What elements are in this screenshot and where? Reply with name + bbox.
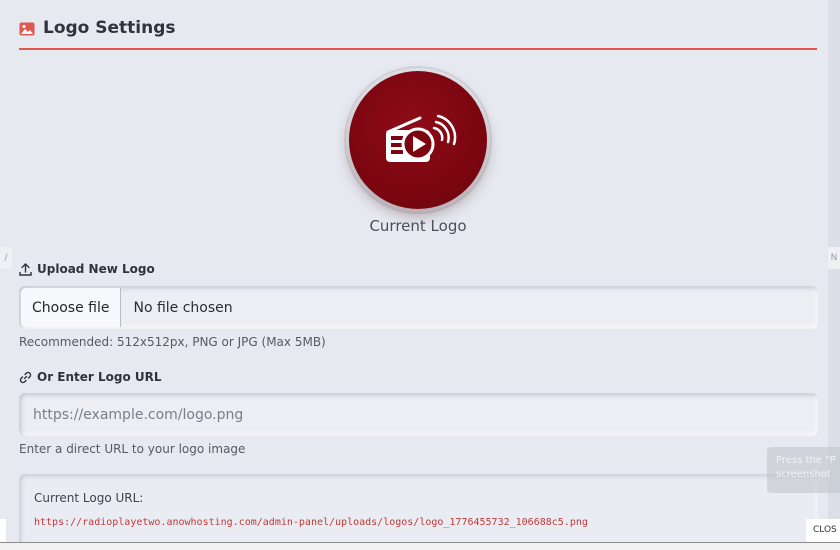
current-logo-preview: [349, 71, 487, 209]
radio-play-icon: [386, 114, 457, 162]
choose-file-button[interactable]: Choose file: [21, 288, 122, 327]
current-url-value[interactable]: https://radioplayetwo.anowhosting.com/ad…: [34, 517, 588, 528]
section-header: Logo Settings: [19, 14, 817, 50]
bottom-bar: [0, 542, 840, 550]
screenshot-toast: Press the "P screenshot: [767, 447, 840, 493]
image-icon: [19, 21, 35, 36]
logo-settings-panel: Logo Settings Current Logo Upload New Lo…: [0, 0, 828, 550]
url-label: Or Enter Logo URL: [19, 370, 162, 384]
link-icon: [19, 371, 32, 383]
current-url-box: Current Logo URL: https://radioplayetwo.…: [19, 474, 818, 550]
current-url-title: Current Logo URL:: [34, 491, 144, 505]
file-status: No file chosen: [133, 299, 233, 316]
close-button[interactable]: CLOS: [806, 519, 840, 542]
next-nav-button[interactable]: N: [828, 247, 840, 269]
toast-line-1: Press the "P: [776, 455, 836, 466]
upload-icon: [19, 262, 32, 276]
prev-nav-button[interactable]: /: [0, 247, 12, 269]
logo-circle: [349, 71, 487, 209]
toast-line-2: screenshot: [776, 469, 831, 480]
upload-hint: Recommended: 512x512px, PNG or JPG (Max …: [19, 335, 326, 349]
logo-caption: Current Logo: [369, 217, 467, 235]
url-hint: Enter a direct URL to your logo image: [19, 442, 246, 456]
upload-label: Upload New Logo: [19, 262, 155, 276]
upload-label-text: Upload New Logo: [37, 262, 155, 276]
page-title: Logo Settings: [43, 18, 176, 38]
left-edge-tab: [0, 519, 6, 542]
file-upload-input[interactable]: Choose file No file chosen: [19, 286, 818, 329]
logo-url-input[interactable]: [19, 393, 818, 436]
url-label-text: Or Enter Logo URL: [37, 370, 162, 384]
